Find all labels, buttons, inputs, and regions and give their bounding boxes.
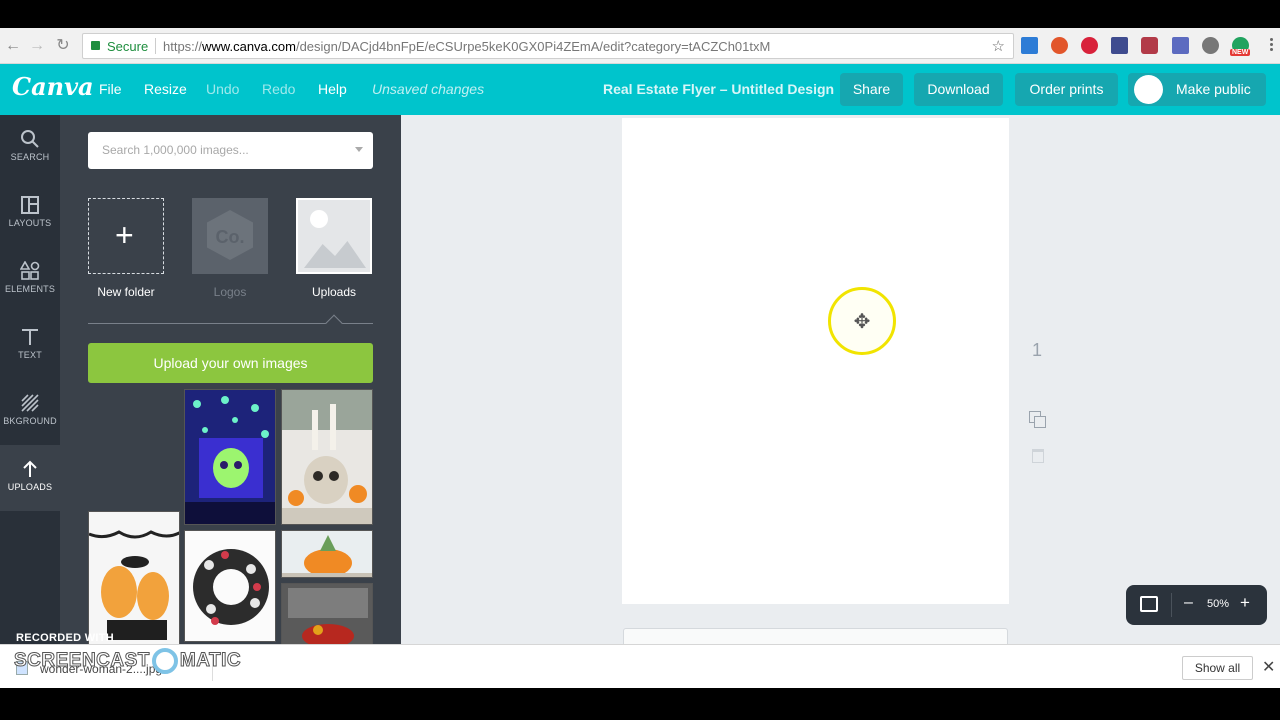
zoom-out-icon[interactable]: – xyxy=(1184,594,1193,612)
new-badge: NEW xyxy=(1230,49,1251,56)
zoom-level[interactable]: 50% xyxy=(1207,598,1229,610)
save-status: Unsaved changes xyxy=(372,81,485,97)
uploaded-image-thumb[interactable] xyxy=(88,511,180,644)
search-placeholder: Search 1,000,000 images... xyxy=(102,143,249,157)
active-tab-notch xyxy=(325,314,343,332)
rail-layouts[interactable]: LAYOUTS xyxy=(0,181,60,247)
url-scheme: https:// xyxy=(163,39,203,54)
page-number: 1 xyxy=(1032,340,1043,360)
resize-menu[interactable]: Resize xyxy=(144,81,187,97)
redo-button[interactable]: Redo xyxy=(262,81,295,97)
url-text[interactable]: https://www.canva.com/design/DACjd4bnFpE… xyxy=(163,39,770,54)
screencast-watermark: SCREENCAST MATIC xyxy=(14,648,241,678)
help-menu[interactable]: Help xyxy=(318,81,347,97)
upload-arrow-icon xyxy=(20,459,40,479)
design-workspace: ✥ 1 – 50% + xyxy=(401,115,1280,668)
uploads-panel: Search 1,000,000 images... + New folder … xyxy=(60,115,401,644)
extension-icon[interactable] xyxy=(1202,37,1219,54)
browser-toolbar: ← → ↻ Secure https://www.canva.com/desig… xyxy=(0,28,1280,64)
file-menu[interactable]: File xyxy=(99,81,122,97)
text-icon xyxy=(20,327,40,347)
uploaded-image-thumb[interactable] xyxy=(281,583,373,644)
zoom-controls: – 50% + xyxy=(1126,585,1267,625)
image-search-input[interactable]: Search 1,000,000 images... xyxy=(88,132,373,169)
present-icon[interactable] xyxy=(1140,596,1158,612)
url-host: www.canva.com xyxy=(202,39,296,54)
editor-header: Canva File Resize Undo Redo Help Unsaved… xyxy=(0,64,1280,115)
logos-mark: Co. xyxy=(215,227,245,247)
uploaded-image-thumb[interactable] xyxy=(281,530,373,578)
rail-label: SEARCH xyxy=(10,152,50,162)
make-public-label: Make public xyxy=(1176,81,1251,97)
uploaded-image-thumb[interactable] xyxy=(184,389,276,525)
side-rail: SEARCH LAYOUTS ELEMENTS TEXT BKGROUND UP… xyxy=(0,115,60,644)
move-cursor-icon: ✥ xyxy=(853,311,871,333)
secure-label: Secure xyxy=(107,39,149,54)
share-button[interactable]: Share xyxy=(840,73,903,106)
delete-page-icon[interactable] xyxy=(1032,449,1044,463)
search-icon xyxy=(20,129,40,149)
url-separator xyxy=(155,38,156,54)
rail-label: TEXT xyxy=(18,350,42,360)
rail-label: UPLOADS xyxy=(7,482,53,492)
rail-label: LAYOUTS xyxy=(8,218,52,228)
logos-tile[interactable]: Co. xyxy=(192,198,268,274)
browser-menu-icon[interactable] xyxy=(1270,36,1274,54)
extension-icon[interactable] xyxy=(1172,37,1189,54)
zoom-separator xyxy=(1171,593,1172,617)
reload-icon[interactable]: ↻ xyxy=(52,35,74,57)
rail-label: BKGROUND xyxy=(3,416,57,426)
rail-elements[interactable]: ELEMENTS xyxy=(0,247,60,313)
image-placeholder-icon xyxy=(310,210,328,228)
pinterest-icon[interactable] xyxy=(1081,37,1098,54)
rail-search[interactable]: SEARCH xyxy=(0,115,60,181)
rail-label: ELEMENTS xyxy=(4,284,56,294)
toggle-knob xyxy=(1134,75,1163,104)
watermark-left: SCREENCAST xyxy=(14,650,150,672)
rail-text[interactable]: TEXT xyxy=(0,313,60,379)
document-title[interactable]: Real Estate Flyer – Untitled Design xyxy=(603,81,834,97)
rail-background[interactable]: BKGROUND xyxy=(0,379,60,445)
make-public-toggle[interactable]: Make public xyxy=(1128,73,1266,106)
download-button[interactable]: Download xyxy=(914,73,1003,106)
address-bar[interactable]: Secure https://www.canva.com/design/DACj… xyxy=(82,33,1014,59)
rail-uploads[interactable]: UPLOADS xyxy=(0,445,60,511)
forward-icon[interactable]: → xyxy=(26,35,48,57)
back-icon[interactable]: ← xyxy=(2,35,24,57)
uploaded-image-thumb[interactable] xyxy=(281,389,373,525)
plus-icon: + xyxy=(115,217,134,253)
layouts-icon xyxy=(20,195,40,215)
canva-logo[interactable]: Canva xyxy=(12,72,94,101)
undo-button[interactable]: Undo xyxy=(206,81,239,97)
uploads-label: Uploads xyxy=(311,285,357,299)
new-folder-label: New folder xyxy=(97,285,155,299)
close-icon[interactable]: ✕ xyxy=(1262,657,1275,677)
screen: ← → ↻ Secure https://www.canva.com/desig… xyxy=(0,0,1280,720)
extension-icon[interactable] xyxy=(1051,37,1068,54)
show-all-button[interactable]: Show all xyxy=(1182,656,1253,680)
extension-icon[interactable] xyxy=(1111,37,1128,54)
chevron-down-icon[interactable] xyxy=(355,147,363,152)
watermark-right: MATIC xyxy=(179,650,242,672)
background-icon xyxy=(20,393,40,413)
order-prints-button[interactable]: Order prints xyxy=(1015,73,1118,106)
bookmark-star-icon[interactable]: ☆ xyxy=(992,37,1005,55)
zoom-in-icon[interactable]: + xyxy=(1240,593,1250,613)
mountain-icon xyxy=(304,241,366,268)
logos-label: Logos xyxy=(213,285,247,299)
uploaded-image-thumb[interactable] xyxy=(184,530,276,642)
url-path: /design/DACjd4bnFpE/eCSUrpe5keK0GX0Pi4ZE… xyxy=(295,39,771,54)
uploads-tile[interactable] xyxy=(296,198,372,274)
duplicate-page-icon[interactable] xyxy=(1029,411,1047,429)
elements-icon xyxy=(19,260,40,281)
screencast-logo-icon xyxy=(151,648,178,674)
lock-icon xyxy=(91,41,100,50)
recorded-with-label: RECORDED WITH xyxy=(16,632,115,644)
new-folder-tile[interactable]: + xyxy=(88,198,164,274)
extension-icon[interactable] xyxy=(1021,37,1038,54)
upload-images-button[interactable]: Upload your own images xyxy=(88,343,373,383)
design-page[interactable] xyxy=(622,118,1009,604)
extension-icon[interactable] xyxy=(1141,37,1158,54)
